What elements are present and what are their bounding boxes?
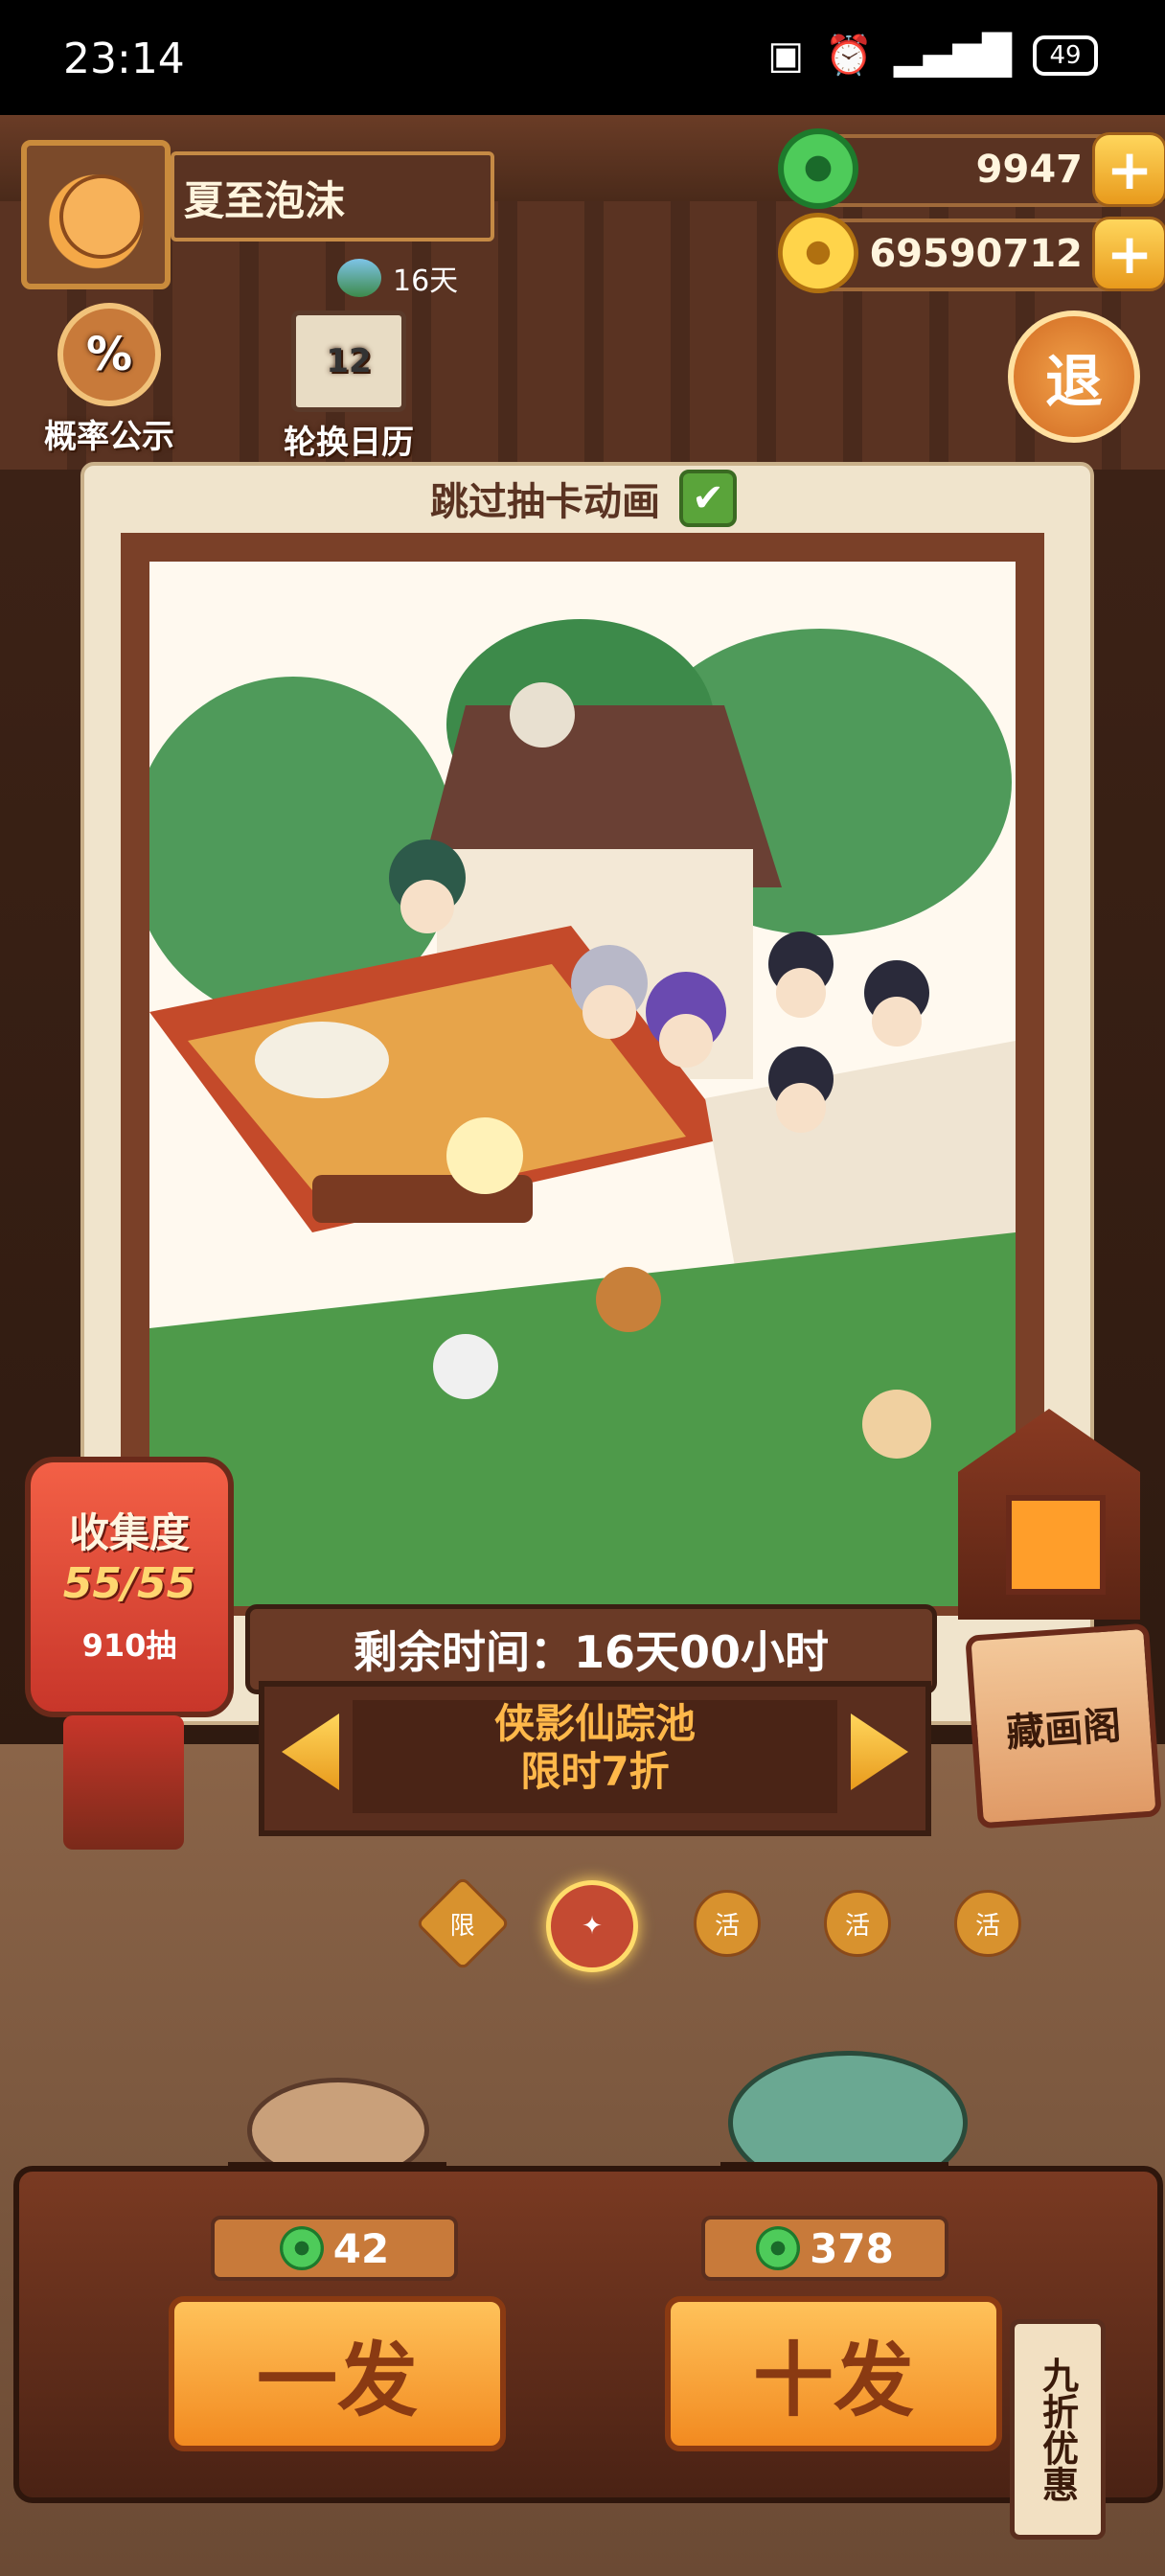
- login-days-value: 16天: [393, 264, 459, 298]
- pool-name: 侠影仙踪池: [493, 1700, 696, 1747]
- pool-discount: 限时7折: [520, 1748, 670, 1795]
- add-gold-button[interactable]: +: [1092, 217, 1165, 291]
- nfc-icon: ▣: [767, 33, 805, 78]
- pool-dot-label: 限: [449, 1911, 476, 1941]
- probability-label: 概率公示: [44, 418, 174, 456]
- signal-icon: ▂▄▆█: [893, 33, 1012, 78]
- ten-draw-button[interactable]: 十发: [665, 2296, 1002, 2451]
- player-name: 夏至泡沫: [184, 177, 346, 224]
- pool-name-box: 侠影仙踪池 限时7折: [353, 1700, 837, 1813]
- battery-icon: 49: [1033, 34, 1098, 76]
- pool-dot-event[interactable]: 活: [694, 1890, 761, 1957]
- gold-amount: 69590712: [869, 232, 1083, 276]
- pool-pagination: 限 ✦ 活 活 活: [415, 1875, 1035, 1972]
- globe-icon: [337, 259, 381, 297]
- cat-face-icon: [59, 174, 144, 259]
- player-name-box: 夏至泡沫: [171, 151, 494, 242]
- skip-animation-toggle[interactable]: 跳过抽卡动画 ✔: [80, 464, 1086, 533]
- ten-draw-price: 378: [701, 2216, 948, 2281]
- collection-title: 收集度: [68, 1509, 190, 1556]
- gallery-button[interactable]: 藏画阁: [965, 1622, 1162, 1829]
- percent-gear-icon: %: [57, 303, 161, 406]
- status-time: 23:14: [63, 34, 185, 83]
- gold-currency: 69590712 +: [778, 213, 1165, 293]
- status-bar: 23:14 ▣ ⏰ ▂▄▆█ 49: [0, 0, 1165, 115]
- lantern-window-icon: [1006, 1495, 1106, 1595]
- exit-button[interactable]: 退: [1008, 310, 1140, 443]
- single-draw-cost: 42: [332, 2224, 390, 2272]
- add-jade-button[interactable]: +: [1092, 132, 1165, 207]
- single-draw-button[interactable]: 一发: [169, 2296, 506, 2451]
- bbq-scene-illustration: [149, 562, 1016, 1606]
- status-icons: ▣ ⏰ ▂▄▆█ 49: [767, 33, 1098, 78]
- probability-button[interactable]: % 概率公示: [33, 303, 186, 457]
- pool-dot-event[interactable]: 活: [954, 1890, 1021, 1957]
- lantern-stand: [63, 1715, 184, 1850]
- gold-coin-icon: [778, 213, 858, 293]
- pool-dot-current[interactable]: ✦: [546, 1880, 638, 1972]
- collection-lantern[interactable]: 收集度 55/55 910抽: [25, 1457, 234, 1717]
- alarm-icon: ⏰: [825, 34, 873, 78]
- collection-progress: 55/55: [62, 1559, 196, 1608]
- avatar[interactable]: [21, 140, 171, 289]
- pool-dot-event[interactable]: 活: [824, 1890, 891, 1957]
- skip-animation-label: 跳过抽卡动画: [430, 480, 660, 524]
- ten-draw-cost: 378: [810, 2224, 894, 2272]
- single-draw-price: 42: [211, 2216, 458, 2281]
- calendar-label: 轮换日历: [284, 424, 414, 462]
- login-days: 16天: [337, 257, 458, 299]
- calendar-icon: 12: [291, 310, 406, 412]
- jade-amount: 9947: [975, 148, 1083, 192]
- pool-selector: 侠影仙踪池 限时7折: [259, 1681, 931, 1836]
- jade-currency: 9947 +: [778, 128, 1165, 209]
- next-pool-arrow-icon[interactable]: [851, 1714, 908, 1790]
- card-artwork: [149, 562, 1016, 1606]
- checkbox-icon[interactable]: ✔: [679, 470, 737, 527]
- prev-pool-arrow-icon[interactable]: [282, 1714, 339, 1790]
- calendar-button[interactable]: 12 轮换日历: [272, 310, 425, 463]
- pool-dot-limited[interactable]: 限: [415, 1875, 511, 1971]
- jade-icon: [279, 2226, 324, 2270]
- jade-icon: [778, 128, 858, 209]
- discount-tag: 九折优惠: [1010, 2319, 1106, 2540]
- jade-icon: [756, 2226, 801, 2270]
- collection-draws: 910抽: [81, 1627, 177, 1664]
